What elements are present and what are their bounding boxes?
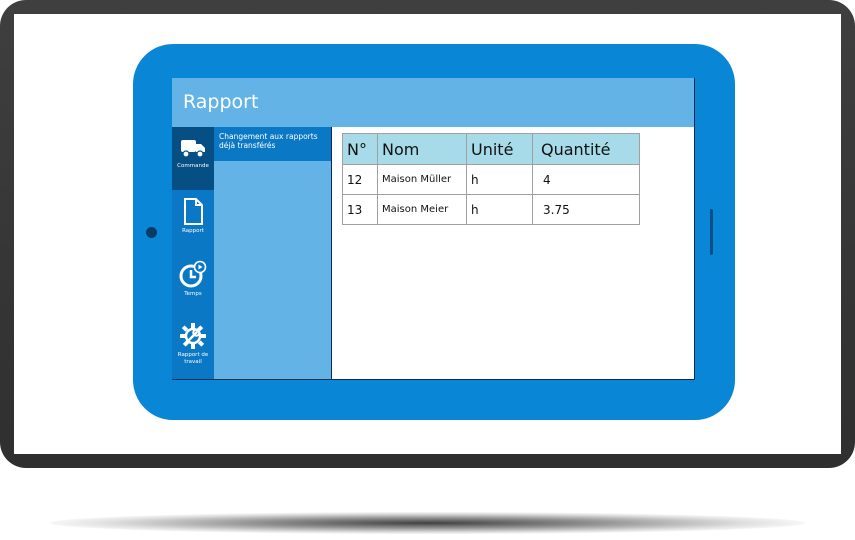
table-row[interactable]: 13 Maison Meier h 3.75 [342,194,640,225]
nav-label-rapport-de-travail: Rapport de travail [177,352,209,365]
app-header: Rapport [172,78,695,127]
cell-no: 12 [342,164,378,195]
cell-quantite: 4 [532,164,640,195]
camera-dot [146,227,157,238]
app-screen: Rapport Commande Rapport Temps Rapport d… [172,78,695,380]
nav-item-commande[interactable]: Commande [172,127,214,190]
stage: Rapport Commande Rapport Temps Rapport d… [0,0,855,540]
page-title: Rapport [183,91,259,113]
cell-no: 13 [342,194,378,225]
monitor-shadow [50,512,805,534]
table-row[interactable]: 12 Maison Müller h 4 [342,164,640,195]
document-icon [172,190,214,228]
truck-icon [172,127,214,163]
cell-unite: h [466,194,533,225]
cell-unite: h [466,164,533,195]
column-header-quantite[interactable]: Quantité [532,133,640,165]
column-header-nom[interactable]: Nom [377,133,467,165]
home-bar [710,209,713,255]
sub-panel: Changement aux rapports déjà transférés [214,127,332,380]
column-header-unite[interactable]: Unité [466,133,533,165]
nav-item-rapport[interactable]: Rapport [172,190,214,253]
column-header-no[interactable]: N° [342,133,378,165]
table-header-row: N° Nom Unité Quantité [342,133,640,165]
content-divider [331,127,332,380]
cell-quantite: 3.75 [532,194,640,225]
clock-icon [172,253,214,291]
nav-item-rapport-de-travail[interactable]: Rapport de travail [172,316,214,380]
nav-label-rapport: Rapport [182,228,204,234]
cell-nom: Maison Müller [377,164,467,195]
side-nav: Commande Rapport Temps Rapport de travai… [172,127,214,380]
sub-item-label: Changement aux rapports déjà transférés [219,132,318,150]
data-table: N° Nom Unité Quantité 12 Maison Müller h… [342,133,640,225]
nav-label-temps: Temps [184,291,202,297]
nav-item-temps[interactable]: Temps [172,253,214,316]
sub-item-changement[interactable]: Changement aux rapports déjà transférés [214,127,332,161]
nav-label-commande: Commande [177,163,209,169]
cell-nom: Maison Meier [377,194,467,225]
gear-wrench-icon [172,316,214,352]
